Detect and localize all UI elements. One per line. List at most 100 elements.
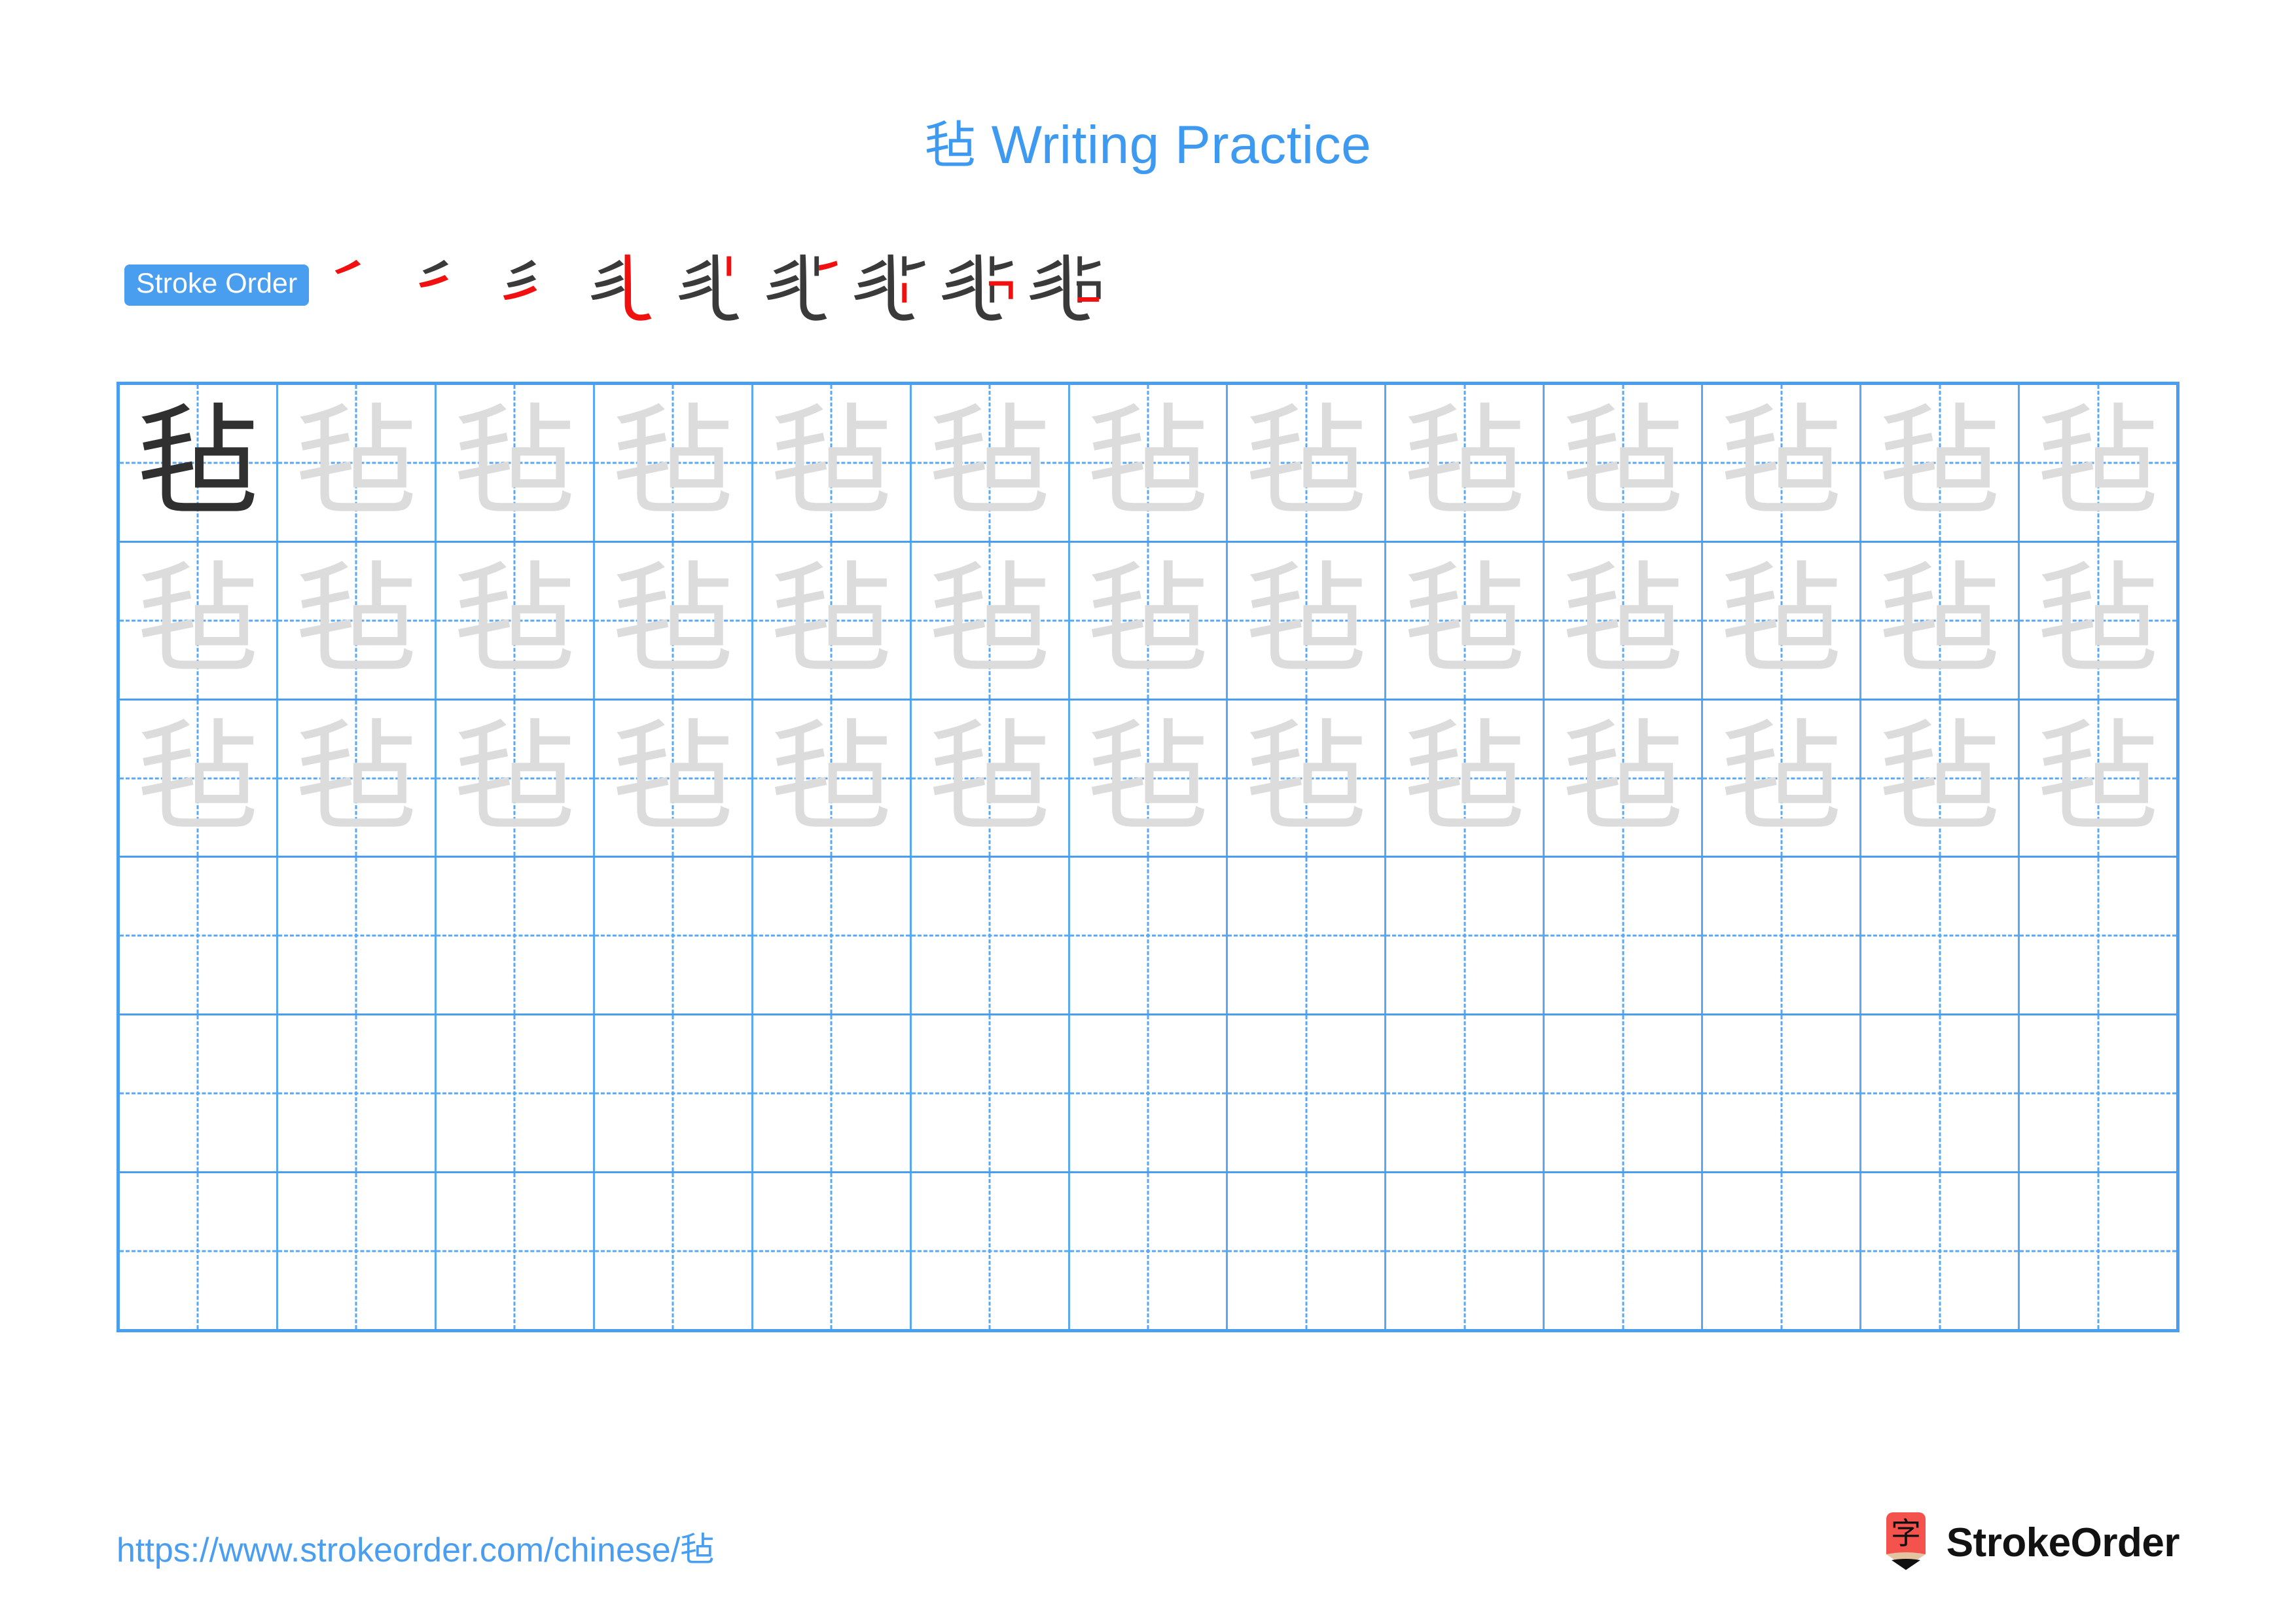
practice-grid-cell[interactable] bbox=[278, 858, 437, 1014]
stroke-step-3 bbox=[496, 240, 585, 329]
tracing-character: 毡 bbox=[929, 549, 1051, 691]
practice-grid-cell[interactable]: 毡 bbox=[1703, 542, 1862, 699]
practice-grid-cell[interactable] bbox=[1228, 858, 1387, 1014]
practice-grid-cell[interactable]: 毡 bbox=[1703, 385, 1862, 541]
practice-grid-cell[interactable]: 毡 bbox=[2020, 385, 2176, 541]
practice-grid-cell[interactable]: 毡 bbox=[1228, 542, 1387, 699]
practice-grid-cell[interactable]: 毡 bbox=[595, 700, 753, 856]
practice-grid-cell[interactable]: 毡 bbox=[1386, 700, 1545, 856]
stroke-order-badge: Stroke Order bbox=[124, 264, 310, 306]
practice-grid-row bbox=[120, 1173, 2176, 1329]
practice-grid-cell[interactable]: 毡 bbox=[912, 700, 1070, 856]
brand-logo: 字 StrokeOrder bbox=[1880, 1503, 2180, 1582]
practice-grid-cell[interactable]: 毡 bbox=[753, 700, 912, 856]
practice-grid-cell[interactable] bbox=[437, 1015, 595, 1172]
page-title-character: 毡 bbox=[924, 117, 977, 175]
practice-grid-cell[interactable]: 毡 bbox=[595, 542, 753, 699]
practice-grid-cell[interactable] bbox=[1386, 1015, 1545, 1172]
practice-grid-cell[interactable]: 毡 bbox=[753, 385, 912, 541]
practice-grid-cell[interactable] bbox=[1703, 1173, 1862, 1329]
practice-grid-cell[interactable]: 毡 bbox=[1545, 542, 1704, 699]
practice-grid-cell[interactable] bbox=[1228, 1015, 1387, 1172]
practice-grid-cell[interactable]: 毡 bbox=[2020, 543, 2176, 699]
stroke-step-4 bbox=[584, 240, 673, 329]
tracing-character: 毡 bbox=[2037, 391, 2159, 534]
practice-grid-cell[interactable]: 毡 bbox=[1861, 700, 2020, 856]
practice-grid-cell[interactable] bbox=[1861, 858, 2020, 1014]
practice-grid-cell[interactable]: 毡 bbox=[1545, 385, 1704, 541]
tracing-character: 毡 bbox=[2037, 549, 2159, 691]
practice-grid-cell[interactable]: 毡 bbox=[1070, 542, 1229, 699]
practice-grid-cell[interactable]: 毡 bbox=[1070, 385, 1229, 541]
practice-grid-cell[interactable] bbox=[1861, 1173, 2020, 1329]
practice-grid-cell[interactable]: 毡 bbox=[912, 385, 1070, 541]
practice-grid-cell[interactable] bbox=[2020, 1173, 2176, 1329]
practice-grid-cell[interactable] bbox=[1545, 1173, 1704, 1329]
practice-grid-cell[interactable]: 毡 bbox=[120, 700, 278, 856]
practice-grid-cell[interactable] bbox=[437, 858, 595, 1014]
practice-grid-cell[interactable]: 毡 bbox=[1228, 700, 1387, 856]
practice-grid-cell[interactable] bbox=[753, 858, 912, 1014]
practice-grid-cell[interactable] bbox=[120, 1015, 278, 1172]
practice-grid-cell[interactable] bbox=[753, 1173, 912, 1329]
practice-grid-cell[interactable]: 毡 bbox=[1386, 385, 1545, 541]
practice-grid-cell[interactable]: 毡 bbox=[753, 542, 912, 699]
practice-grid-cell[interactable] bbox=[912, 1173, 1070, 1329]
practice-grid-cell[interactable] bbox=[1545, 1015, 1704, 1172]
practice-grid-row: 毡毡毡毡毡毡毡毡毡毡毡毡毡 bbox=[120, 385, 2176, 543]
practice-grid-cell[interactable] bbox=[1070, 1015, 1229, 1172]
practice-grid-cell[interactable]: 毡 bbox=[437, 700, 595, 856]
practice-grid-cell[interactable]: 毡 bbox=[278, 542, 437, 699]
practice-grid-cell[interactable]: 毡 bbox=[1386, 542, 1545, 699]
stroke-step-glyph bbox=[591, 254, 652, 321]
practice-grid-cell[interactable]: 毡 bbox=[1861, 542, 2020, 699]
practice-grid-row bbox=[120, 858, 2176, 1016]
practice-grid-cell[interactable]: 毡 bbox=[1703, 700, 1862, 856]
practice-grid-cell[interactable] bbox=[595, 1015, 753, 1172]
practice-grid-cell[interactable] bbox=[1070, 858, 1229, 1014]
stroke-step-glyph bbox=[334, 259, 361, 274]
practice-grid-cell[interactable] bbox=[1228, 1173, 1387, 1329]
practice-grid-cell[interactable] bbox=[595, 1173, 753, 1329]
practice-grid-cell[interactable]: 毡 bbox=[1070, 700, 1229, 856]
practice-grid-cell[interactable]: 毡 bbox=[278, 700, 437, 856]
practice-grid-cell[interactable]: 毡 bbox=[912, 542, 1070, 699]
practice-grid-cell[interactable]: 毡 bbox=[595, 385, 753, 541]
tracing-character: 毡 bbox=[1878, 391, 2001, 534]
practice-grid-cell[interactable] bbox=[1070, 1173, 1229, 1329]
practice-grid-cell[interactable] bbox=[912, 1015, 1070, 1172]
practice-grid-cell[interactable] bbox=[1386, 1173, 1545, 1329]
practice-grid-cell[interactable] bbox=[1545, 858, 1704, 1014]
tracing-character: 毡 bbox=[454, 706, 576, 849]
practice-grid-cell[interactable]: 毡 bbox=[1228, 385, 1387, 541]
model-character: 毡 bbox=[137, 391, 259, 534]
practice-grid-cell[interactable]: 毡 bbox=[437, 385, 595, 541]
tracing-character: 毡 bbox=[137, 706, 259, 849]
practice-grid-cell[interactable] bbox=[1703, 858, 1862, 1014]
stroke-step-glyph bbox=[942, 254, 1013, 321]
practice-grid-cell[interactable] bbox=[120, 858, 278, 1014]
practice-grid-cell[interactable] bbox=[2020, 1015, 2176, 1171]
practice-grid-cell[interactable]: 毡 bbox=[1861, 385, 2020, 541]
practice-grid-cell[interactable] bbox=[437, 1173, 595, 1329]
practice-grid-cell[interactable]: 毡 bbox=[437, 542, 595, 699]
practice-grid-cell[interactable] bbox=[1386, 858, 1545, 1014]
practice-grid-cell[interactable] bbox=[595, 858, 753, 1014]
stroke-step-2 bbox=[408, 240, 497, 329]
practice-grid-cell[interactable]: 毡 bbox=[278, 385, 437, 541]
practice-grid-cell[interactable]: 毡 bbox=[1545, 700, 1704, 856]
practice-grid-cell[interactable] bbox=[1861, 1015, 2020, 1172]
practice-grid-cell[interactable]: 毡 bbox=[120, 542, 278, 699]
practice-grid-cell[interactable] bbox=[2020, 858, 2176, 1013]
practice-grid-cell[interactable] bbox=[278, 1173, 437, 1329]
tracing-character: 毡 bbox=[770, 706, 893, 849]
practice-grid-cell[interactable]: 毡 bbox=[120, 385, 278, 541]
practice-grid-cell[interactable] bbox=[912, 858, 1070, 1014]
practice-grid-cell[interactable] bbox=[278, 1015, 437, 1172]
footer-url[interactable]: https://www.strokeorder.com/chinese/毡 bbox=[117, 1522, 714, 1571]
practice-grid-cell[interactable] bbox=[120, 1173, 278, 1329]
practice-grid-cell[interactable] bbox=[753, 1015, 912, 1172]
practice-grid-cell[interactable] bbox=[1703, 1015, 1862, 1172]
tracing-character: 毡 bbox=[454, 391, 576, 534]
practice-grid-cell[interactable]: 毡 bbox=[2020, 701, 2176, 856]
